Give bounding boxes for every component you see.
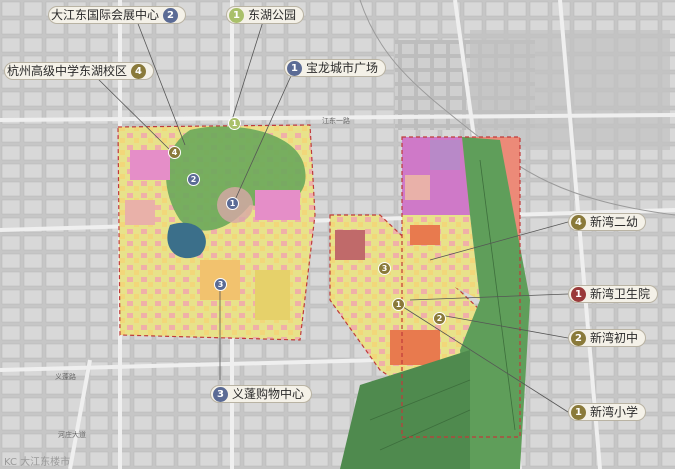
callout-number: 1 (571, 286, 586, 302)
callout-label: 大江东国际会展中心 (51, 8, 160, 22)
map-marker-3b[interactable]: 3 (378, 262, 391, 275)
callout-label: 东湖公园 (248, 8, 297, 22)
residential-block-a (125, 200, 155, 225)
callout-donghu-park[interactable]: 1 东湖公园 (226, 6, 305, 24)
callout-number: 3 (213, 386, 228, 402)
commercial-block-a (130, 150, 170, 180)
callout-number: 1 (287, 60, 302, 76)
east-block-c (410, 225, 440, 245)
callout-number: 4 (131, 63, 147, 79)
map-marker-2b[interactable]: 2 (433, 312, 446, 325)
callout-xinwan-kindergarten[interactable]: 4 新湾二幼 (568, 213, 647, 231)
map-marker-4[interactable]: 4 (168, 146, 181, 159)
east-block-a (405, 175, 430, 200)
callout-label: 新湾卫生院 (590, 287, 651, 301)
planning-map: 江东一路 义蓬路 河庄大道 4 2 1 1 3 3 1 2 大江东国际会展中心 … (0, 0, 675, 469)
callout-number: 2 (571, 330, 586, 346)
callout-yifeng-mall[interactable]: 3 义蓬购物中心 (210, 385, 313, 403)
callout-number: 1 (571, 404, 586, 420)
watermark: KC 大江东楼市 (4, 457, 71, 468)
callout-dajiangdong[interactable]: 大江东国际会展中心 2 (48, 6, 187, 24)
callout-label: 宝龙城市广场 (306, 61, 379, 75)
map-marker-1b[interactable]: 1 (392, 298, 405, 311)
xinwan-block-a (390, 330, 440, 365)
callout-xinwan-health[interactable]: 1 新湾卫生院 (568, 285, 659, 303)
commercial-block-b (255, 190, 300, 220)
callout-number: 2 (163, 7, 179, 23)
map-marker-park[interactable]: 1 (228, 117, 241, 130)
callout-label: 义蓬购物中心 (232, 387, 305, 401)
callout-xinwan-primary[interactable]: 1 新湾小学 (568, 403, 647, 421)
callout-label: 新湾二幼 (590, 215, 639, 229)
road-label-yipeng: 义蓬路 (55, 373, 76, 381)
residential-block-c (255, 270, 290, 320)
callout-xinwan-middle[interactable]: 2 新湾初中 (568, 329, 647, 347)
road-label-hezhuang: 河庄大道 (58, 431, 86, 439)
callout-number: 1 (229, 7, 244, 23)
xinwan-block-b (335, 230, 365, 260)
callout-label: 新湾初中 (590, 331, 639, 345)
map-marker-2[interactable]: 2 (187, 173, 200, 186)
callout-hangzhou-high-school[interactable]: 杭州高级中学东湖校区 4 (4, 62, 155, 80)
callout-label: 新湾小学 (590, 405, 639, 419)
map-marker-3[interactable]: 3 (214, 278, 227, 291)
callout-number: 4 (571, 214, 586, 230)
east-block-b (430, 140, 460, 170)
callout-baolong[interactable]: 1 宝龙城市广场 (284, 59, 387, 77)
map-marker-1[interactable]: 1 (226, 197, 239, 210)
road-label-jiangdong: 江东一路 (322, 117, 350, 125)
callout-label: 杭州高级中学东湖校区 (7, 64, 128, 78)
